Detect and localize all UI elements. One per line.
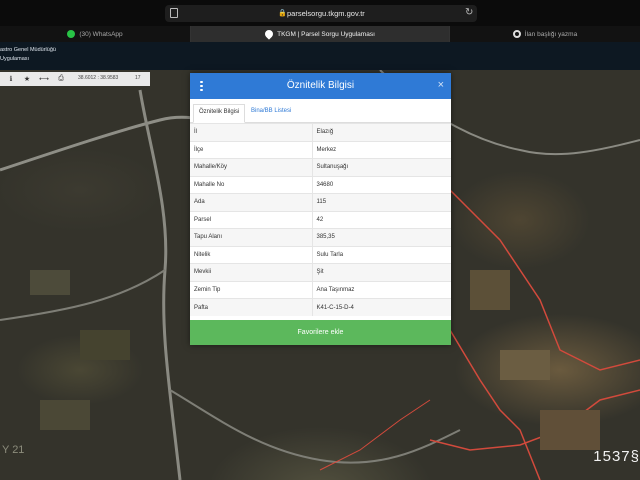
attribute-value: Elazığ bbox=[312, 123, 451, 141]
tab-building-list[interactable]: Bina/BB Listesi bbox=[246, 104, 296, 123]
listing-watermark: 1537§ bbox=[593, 448, 640, 465]
table-row: Parsel 42 bbox=[190, 210, 451, 229]
attribute-value: 42 bbox=[312, 210, 451, 229]
browser-tab-strip: (30) WhatsApp TKGM | Parsel Sorgu Uygula… bbox=[0, 26, 640, 42]
print-button[interactable]: ⎙ bbox=[54, 72, 68, 86]
zoom-level: 17 bbox=[135, 75, 141, 81]
attribute-value: K41-C-15-D-4 bbox=[312, 298, 451, 316]
modal-header: Öznitelik Bilgisi × bbox=[190, 73, 451, 99]
field bbox=[540, 410, 600, 450]
tab-tkgm[interactable]: TKGM | Parsel Sorgu Uygulaması bbox=[190, 26, 450, 42]
attribute-value: 34680 bbox=[312, 175, 451, 194]
map-toolbar: ℹ ★ ⟷ ⎙ 38.6012 : 38.9583 17 bbox=[0, 72, 150, 86]
tab-whatsapp[interactable]: (30) WhatsApp bbox=[0, 26, 190, 42]
modal-title: Öznitelik Bilgisi bbox=[286, 80, 355, 91]
attribute-label: Nitelik bbox=[190, 245, 313, 264]
star-icon: ★ bbox=[23, 76, 31, 83]
tab-label: İlan başlığı yazma bbox=[524, 30, 578, 38]
field bbox=[470, 270, 510, 310]
map-corner-text: Y 21 bbox=[2, 444, 25, 456]
tab-attribute-info[interactable]: Öznitelik Bilgisi bbox=[193, 104, 246, 123]
attribute-value: Merkez bbox=[312, 140, 451, 159]
road bbox=[0, 269, 166, 321]
attribute-label: Parsel bbox=[190, 210, 313, 229]
road bbox=[138, 89, 182, 480]
table-row: Mahalle/Köy Sultanuşağı bbox=[190, 158, 451, 176]
field bbox=[40, 400, 90, 430]
measure-button[interactable]: ⟷ bbox=[37, 72, 51, 86]
favorite-button[interactable]: ★ bbox=[20, 72, 34, 86]
print-icon: ⎙ bbox=[58, 75, 64, 82]
table-row: Mahalle No 34680 bbox=[190, 175, 451, 194]
table-row: İl Elazığ bbox=[190, 123, 451, 141]
parcel-boundary bbox=[319, 399, 431, 471]
table-row: Mevkii Şit bbox=[190, 263, 451, 281]
attribute-value: Ana Taşınmaz bbox=[312, 280, 451, 299]
attribute-label: Mahalle No bbox=[190, 175, 313, 194]
field bbox=[500, 350, 550, 380]
tab-label: TKGM | Parsel Sorgu Uygulaması bbox=[277, 30, 375, 38]
road bbox=[169, 389, 461, 464]
measure-icon: ⟷ bbox=[38, 76, 50, 83]
attribute-info-modal: Öznitelik Bilgisi × Öznitelik Bilgisi Bi… bbox=[190, 73, 451, 345]
reload-icon[interactable]: ↻ bbox=[465, 7, 473, 18]
lock-icon: 🔒 bbox=[278, 10, 287, 17]
coordinate-readout: 38.6012 : 38.9583 bbox=[78, 75, 119, 81]
attribute-table: İl Elazığ İlçe Merkez Mahalle/Köy Sultanuşağı… bbox=[190, 123, 451, 316]
attribute-label: Mahalle/Köy bbox=[190, 158, 313, 176]
url-text[interactable]: parselsorgu.tkgm.gov.tr bbox=[287, 9, 365, 18]
site-title-line2: Uygulaması bbox=[0, 56, 30, 62]
table-row: Pafta K41-C-15-D-4 bbox=[190, 298, 451, 316]
tab-label: (30) WhatsApp bbox=[79, 30, 123, 38]
attribute-value: 115 bbox=[312, 193, 451, 211]
attribute-label: Tapu Alanı bbox=[190, 228, 313, 246]
info-icon: ℹ bbox=[9, 76, 13, 83]
attribute-value: Şit bbox=[312, 263, 451, 281]
attribute-label: Ada bbox=[190, 193, 313, 211]
attribute-value: Sulu Tarla bbox=[312, 245, 451, 264]
close-icon[interactable]: × bbox=[438, 79, 444, 91]
info-button[interactable]: ℹ bbox=[4, 72, 18, 86]
table-row: Tapu Alanı 385,35 bbox=[190, 228, 451, 246]
table-row: Nitelik Sulu Tarla bbox=[190, 245, 451, 264]
field bbox=[80, 330, 130, 360]
attribute-label: İl bbox=[190, 123, 313, 141]
attribute-label: Pafta bbox=[190, 298, 313, 316]
attribute-value: 385,35 bbox=[312, 228, 451, 246]
attribute-label: İlçe bbox=[190, 140, 313, 159]
attribute-label: Mevkii bbox=[190, 263, 313, 281]
attribute-label: Zemin Tip bbox=[190, 280, 313, 299]
table-row: İlçe Merkez bbox=[190, 140, 451, 159]
whatsapp-icon bbox=[67, 30, 76, 38]
site-title: astro Genel Müdürlüğü Uygulaması bbox=[0, 46, 56, 64]
parcel-boundary bbox=[429, 389, 640, 451]
reader-icon[interactable] bbox=[170, 8, 178, 18]
field bbox=[30, 270, 70, 295]
table-row: Zemin Tip Ana Taşınmaz bbox=[190, 280, 451, 299]
attribute-value: Sultanuşağı bbox=[312, 158, 451, 176]
browser-address-bar: 🔒 parselsorgu.tkgm.gov.tr ↻ bbox=[0, 0, 640, 26]
tab-ilan[interactable]: İlan başlığı yazma bbox=[450, 26, 640, 42]
table-row: Ada 115 bbox=[190, 193, 451, 211]
site-favicon-icon bbox=[512, 30, 521, 38]
modal-tabs: Öznitelik Bilgisi Bina/BB Listesi bbox=[190, 99, 451, 123]
add-favorites-button[interactable]: Favorilere ekle bbox=[190, 320, 451, 345]
site-title-line1: astro Genel Müdürlüğü bbox=[0, 47, 56, 53]
location-pin-icon bbox=[263, 28, 275, 40]
site-header: astro Genel Müdürlüğü Uygulaması bbox=[0, 42, 640, 70]
